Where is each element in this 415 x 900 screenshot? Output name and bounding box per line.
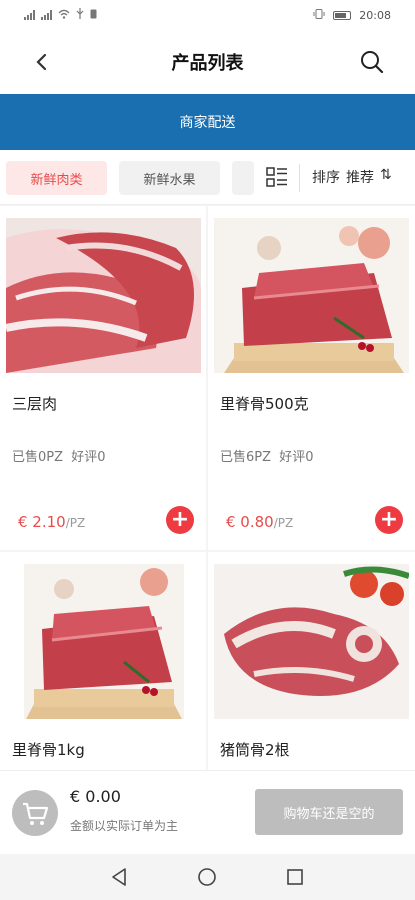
product-rating: 好评0 [279,450,314,465]
product-rating: 好评0 [71,450,106,465]
cart-total: € 0.00 [70,787,121,806]
nav-back-button[interactable] [108,866,130,888]
product-stats: 已售0PZ 好评0 [12,446,106,465]
checkout-label: 购物车还是空的 [283,806,375,822]
category-tab-label: 新鲜肉类 [30,172,83,188]
sim-icon [90,9,97,22]
search-icon [361,51,384,74]
plus-icon: + [379,507,399,532]
shopping-cart-icon [23,802,49,825]
search-button[interactable] [359,49,385,75]
status-bar: 20:08 [0,0,415,30]
category-tab-fresh-fruit[interactable]: 新鲜水果 [119,161,220,195]
price-value: € 0.80 [226,513,274,531]
add-to-cart-button[interactable]: + [166,506,194,534]
plus-icon: + [170,507,190,532]
product-card[interactable]: 里脊骨1kg [0,552,206,770]
product-image-pork-bones [214,564,409,719]
list-grid-icon [266,167,287,187]
product-image-pork-belly [6,218,201,373]
product-name: 三层肉 [12,395,58,413]
cart-button[interactable] [12,790,58,836]
category-tab-more[interactable] [232,161,254,195]
divider [299,164,300,192]
signal-icon-2 [41,10,52,20]
sort-value: 推荐 [346,170,374,186]
signal-icon [24,10,35,20]
cart-note: 金额以实际订单为主 [70,819,179,833]
battery-icon [333,10,352,20]
category-tab-fresh-meat[interactable]: 新鲜肉类 [6,161,107,195]
nav-recents-button[interactable] [284,866,306,888]
delivery-banner-label: 商家配送 [179,115,236,131]
page-title: 产品列表 [171,53,244,74]
product-card[interactable]: 三层肉 已售0PZ 好评0 € 2.10/PZ + [0,206,206,550]
view-toggle-button[interactable] [266,166,288,188]
status-time: 20:08 [359,8,391,22]
price-value: € 2.10 [18,513,66,531]
product-card[interactable]: 里脊骨500克 已售6PZ 好评0 € 0.80/PZ + [208,206,415,550]
square-recents-icon [287,869,303,885]
product-price: € 0.80/PZ [226,513,293,531]
product-card[interactable]: 猪筒骨2根 [208,552,415,770]
add-to-cart-button[interactable]: + [375,506,403,534]
product-stats: 已售6PZ 好评0 [220,446,314,465]
checkout-button[interactable]: 购物车还是空的 [255,789,403,835]
vibrate-icon [313,8,325,22]
product-grid: 三层肉 已售0PZ 好评0 € 2.10/PZ + 里脊骨500克 已售6PZ … [0,205,415,770]
sort-arrows-icon: ⇅ [380,167,392,183]
product-name: 猪筒骨2根 [220,741,290,759]
product-image-ribs-1kg [24,564,184,719]
filter-bar: 新鲜肉类 新鲜水果 排序 推荐 ⇅ [0,150,415,205]
delivery-banner[interactable]: 商家配送 [0,94,415,150]
nav-bar: 产品列表 [0,30,415,94]
price-unit: /PZ [273,516,294,530]
triangle-back-icon [112,868,126,886]
sort-label: 排序 [312,170,340,186]
category-tab-label: 新鲜水果 [143,172,196,188]
back-button[interactable] [32,50,54,74]
usb-icon [76,8,84,22]
product-image-ribs [214,218,409,373]
sort-button[interactable]: 排序 推荐 ⇅ [312,167,392,187]
nav-home-button[interactable] [196,866,218,888]
product-sold: 已售0PZ [12,450,64,465]
product-price: € 2.10/PZ [18,513,85,531]
cart-bar: € 0.00 金额以实际订单为主 购物车还是空的 [0,770,415,854]
wifi-icon [58,9,70,22]
system-nav-bar [0,854,415,900]
product-sold: 已售6PZ [220,450,272,465]
chevron-left-icon [36,53,47,71]
circle-home-icon [198,868,216,886]
product-name: 里脊骨1kg [12,741,85,759]
product-name: 里脊骨500克 [220,395,309,413]
price-unit: /PZ [65,516,86,530]
